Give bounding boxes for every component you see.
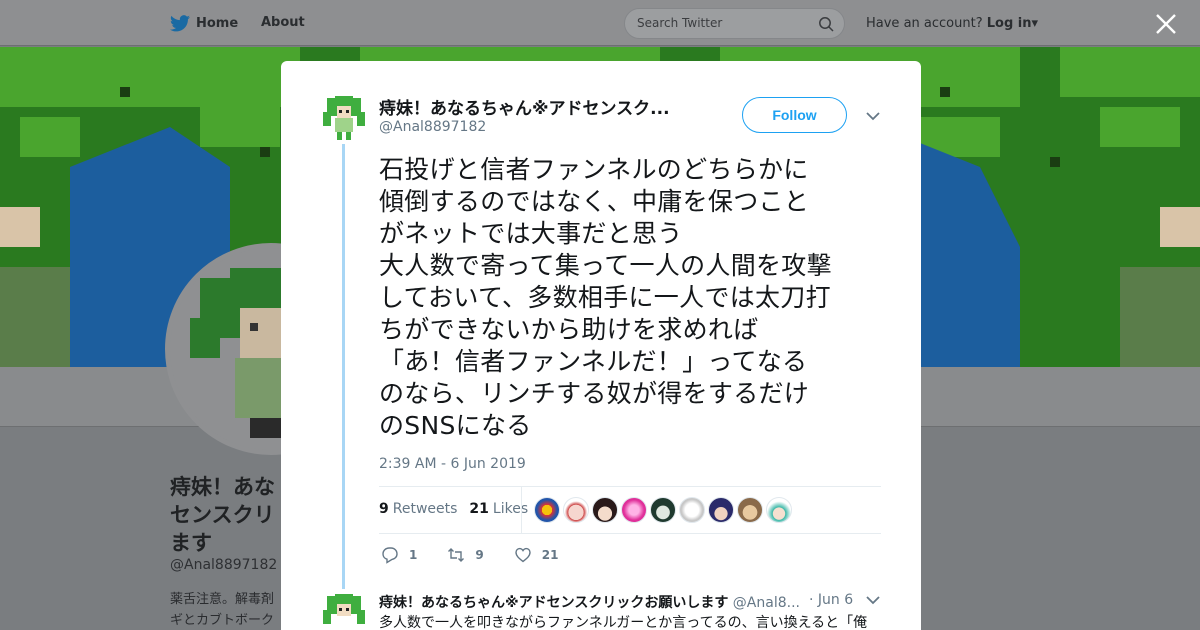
liker-avatar[interactable] [592,497,618,523]
reply-icon [382,547,398,564]
login-link[interactable]: Log in [987,16,1032,31]
liker-avatar[interactable] [679,497,705,523]
reply-date[interactable]: · Jun 6 [809,592,853,608]
liker-avatar[interactable] [708,497,734,523]
reply-text: 多人数で一人を叩きながらファンネルガーとか言ってるの、言い換えると「俺 [379,615,868,630]
stats-bottom-divider [379,533,881,534]
author-handle[interactable]: @Anal8897182 [379,119,486,135]
retweets-count: 9 [379,501,389,517]
retweet-icon [448,548,465,562]
profile-name-line-2: センスクリ [170,503,275,527]
nav-about[interactable]: About [261,15,305,30]
author-avatar[interactable] [321,96,367,142]
retweet-count: 9 [475,548,484,562]
stats-separator [521,487,522,533]
reply-display-name[interactable]: 痔妹！あなるちゃん※アドセンスクリックお願いします [379,595,728,611]
profile-bio-line-2: ギとカブトボーク [170,613,275,628]
nav-home[interactable]: Home [170,15,238,32]
reply-author-avatar[interactable] [321,594,367,630]
profile-name-line-1: 痔妹！あな [170,475,275,499]
likes-stat[interactable]: 21 Likes [469,501,528,517]
liker-avatar[interactable] [766,497,792,523]
account-prompt: Have an account? Log in▾ [866,16,1038,31]
chevron-down-icon[interactable] [865,592,881,608]
chevron-down-icon[interactable] [865,108,881,124]
tweet-stats: 9 Retweets 21 Likes [379,501,528,517]
close-icon[interactable] [1154,12,1178,36]
heart-icon [515,547,531,563]
tweet-text: 石投げと信者ファンネルのどちらかに 傾倒するのではなく、中庸を保つこと がネット… [379,155,832,440]
tweet-timestamp[interactable]: 2:39 AM - 6 Jun 2019 [379,456,526,472]
search-icon[interactable] [818,16,834,32]
author-display-name[interactable]: 痔妹！あなるちゃん※アドセンスク... [379,94,670,119]
like-count: 21 [541,548,559,562]
liker-avatar[interactable] [563,497,589,523]
liker-avatar[interactable] [737,497,763,523]
reply-handle[interactable]: @Anal8... [733,595,800,611]
liker-avatars [534,497,792,523]
retweets-label: Retweets [392,501,458,517]
stats-top-divider [379,486,881,487]
search-box[interactable] [624,8,845,39]
retweet-action[interactable]: 9 [447,546,484,564]
liker-avatar[interactable] [621,497,647,523]
liker-avatar[interactable] [650,497,676,523]
liker-avatar[interactable] [534,497,560,523]
profile-bio-line-1: 薬舌注意。解毒剤 [170,592,275,607]
profile-name-line-3: ます [170,531,212,555]
top-navigation-bar: Home About Have an account? Log in▾ [0,0,1200,46]
retweets-stat[interactable]: 9 Retweets [379,501,457,517]
reply-action[interactable]: 1 [381,546,417,564]
twitter-bird-icon [170,15,190,32]
search-input[interactable] [637,16,807,30]
profile-name-background: 痔妹！あな センスクリ ます [170,473,285,557]
account-prompt-text: Have an account? [866,16,983,31]
reply-count: 1 [409,548,418,562]
likes-count: 21 [469,501,489,517]
nav-home-label: Home [196,16,239,31]
reply-header: 痔妹！あなるちゃん※アドセンスクリックお願いします @Anal8... [379,592,800,612]
profile-handle-background: @Anal8897182 [170,557,278,573]
thread-connector-line [342,144,345,589]
likes-label: Likes [492,501,529,517]
profile-bio-background: 薬舌注意。解毒剤 ギとカブトボーク [170,589,282,630]
login-caret-icon[interactable]: ▾ [1032,16,1039,31]
tweet-modal: 痔妹！あなるちゃん※アドセンスク... @Anal8897182 Follow … [281,61,921,630]
follow-button[interactable]: Follow [742,97,847,133]
tweet-actions: 1 9 21 [381,546,558,564]
nav-about-label: About [261,15,305,30]
like-action[interactable]: 21 [514,546,559,564]
